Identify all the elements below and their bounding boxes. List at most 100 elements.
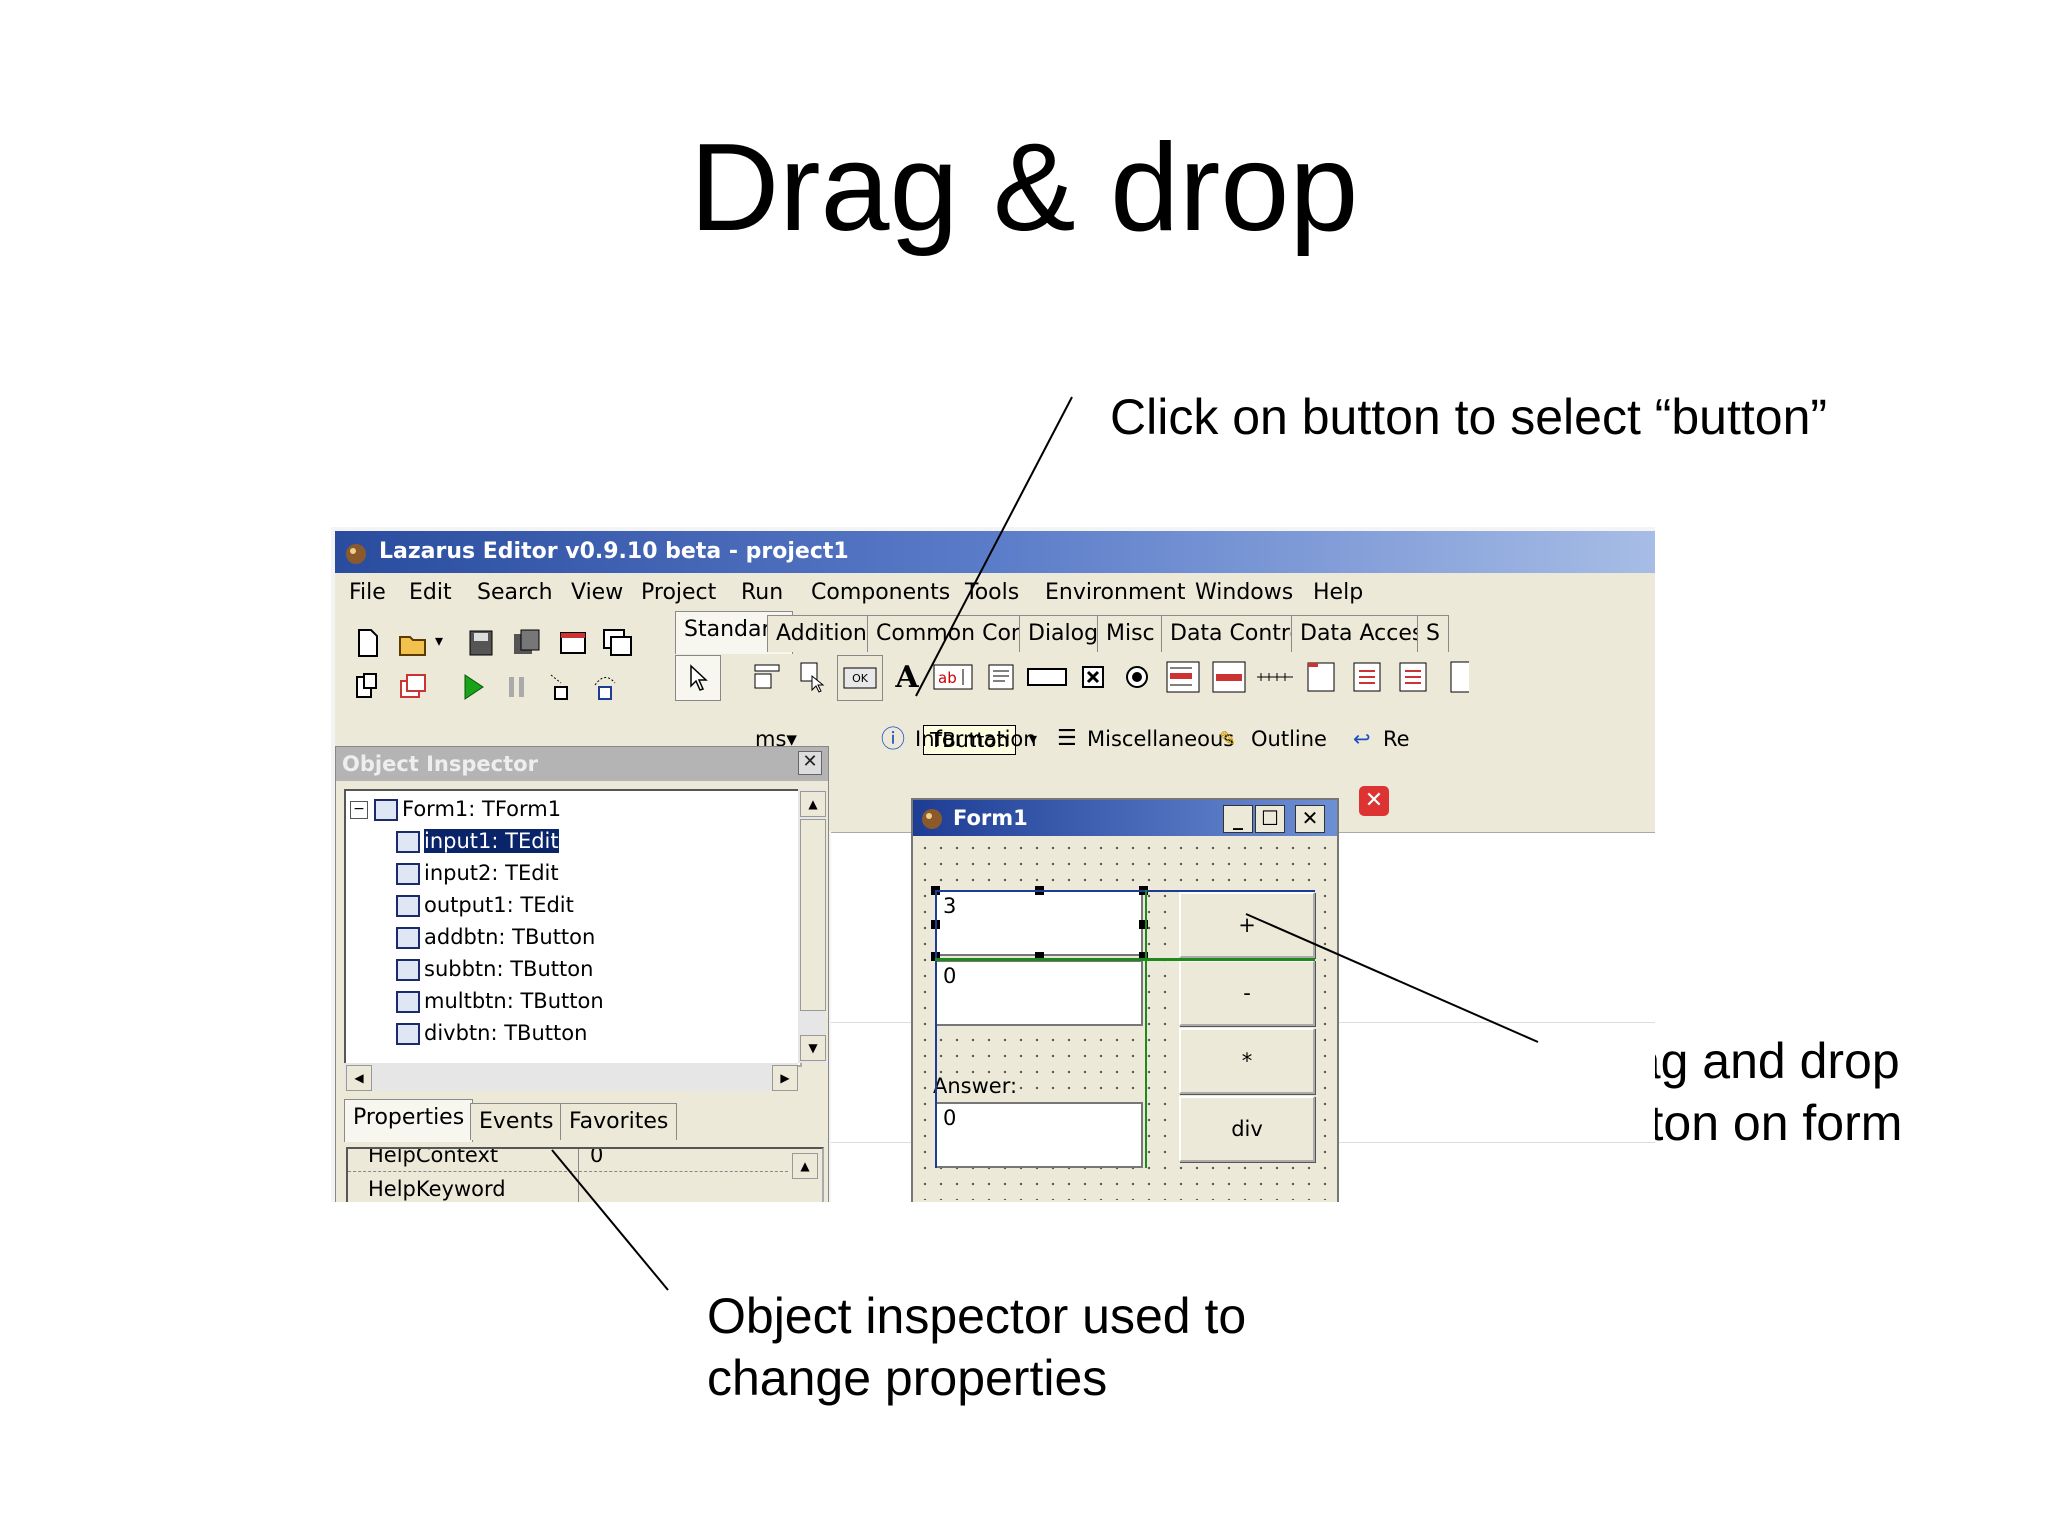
- object-inspector: Object Inspector ✕ − Form1: TForm1 input1…: [335, 746, 829, 1202]
- maximize-icon[interactable]: ☐: [1255, 805, 1285, 833]
- checkgroup-component-icon[interactable]: [1391, 655, 1435, 699]
- prop-name[interactable]: HelpKeyword: [368, 1177, 506, 1201]
- scroll-thumb[interactable]: [800, 819, 826, 1011]
- input1-edit[interactable]: 3: [935, 890, 1143, 956]
- multiply-button[interactable]: *: [1179, 1028, 1315, 1094]
- ide-title-bar: Lazarus Editor v0.9.10 beta - project1: [335, 531, 1655, 573]
- open-dropdown-arrow-icon[interactable]: ▾: [435, 631, 443, 650]
- re-menu[interactable]: Re: [1383, 719, 1410, 759]
- close-icon[interactable]: ✕: [798, 751, 822, 775]
- groupbox-component-icon[interactable]: [1299, 655, 1343, 699]
- scroll-right-icon[interactable]: ▶: [772, 1065, 798, 1091]
- menu-file[interactable]: File: [349, 573, 386, 613]
- edit-component-icon[interactable]: ab: [931, 655, 975, 699]
- listbox-component-icon[interactable]: [1161, 655, 1205, 699]
- new-form-icon[interactable]: [557, 627, 589, 659]
- property-grid: HelpContext 0 HelpKeyword ▲: [346, 1147, 824, 1202]
- tree-item-output1[interactable]: output1: TEdit: [396, 889, 574, 921]
- outline-menu[interactable]: Outline: [1251, 719, 1327, 759]
- information-menu[interactable]: Information: [915, 719, 1037, 759]
- alignment-guide: [935, 890, 1315, 892]
- menu-run[interactable]: Run: [741, 573, 783, 613]
- tree-vertical-scrollbar[interactable]: ▲ ▼: [798, 789, 826, 1063]
- lazarus-screenshot: Lazarus Editor v0.9.10 beta - project1 F…: [331, 527, 1655, 1202]
- view-units-icon[interactable]: [351, 671, 383, 703]
- miscellaneous-menu[interactable]: Miscellaneous: [1087, 719, 1234, 759]
- tab-properties[interactable]: Properties: [344, 1099, 474, 1142]
- collapse-icon[interactable]: −: [350, 801, 368, 819]
- tree-item-input2[interactable]: input2: TEdit: [396, 857, 559, 889]
- information-dropdown-icon[interactable]: ▾: [1029, 719, 1037, 759]
- input2-edit[interactable]: 0: [935, 960, 1143, 1026]
- menu-components[interactable]: Components: [811, 573, 950, 613]
- tab-misc[interactable]: Misc: [1097, 615, 1164, 652]
- menu-edit[interactable]: Edit: [409, 573, 452, 613]
- combobox-component-icon[interactable]: [1207, 655, 1251, 699]
- selection-pointer-icon[interactable]: [675, 655, 721, 701]
- tree-item-subbtn[interactable]: subbtn: TButton: [396, 953, 593, 985]
- output-edit[interactable]: 0: [935, 1102, 1143, 1168]
- misc-list-icon: ☰: [1057, 726, 1077, 751]
- open-folder-icon[interactable]: [397, 627, 429, 659]
- menu-bar: File Edit Search View Project Run Compon…: [335, 573, 1655, 613]
- subtract-button[interactable]: -: [1179, 960, 1315, 1026]
- divide-button[interactable]: div: [1179, 1096, 1315, 1162]
- memo-component-icon[interactable]: [979, 655, 1023, 699]
- new-file-icon[interactable]: [351, 627, 383, 659]
- tbutton-component-icon[interactable]: OK: [837, 655, 883, 701]
- speed-buttons: ▾: [345, 625, 675, 715]
- object-inspector-title-bar: Object Inspector ✕: [336, 747, 828, 781]
- radio-button-component-icon[interactable]: [1115, 655, 1159, 699]
- scroll-left-icon[interactable]: ◀: [346, 1065, 372, 1091]
- menu-view[interactable]: View: [571, 573, 623, 613]
- menu-project[interactable]: Project: [641, 573, 716, 613]
- menu-tools[interactable]: Tools: [965, 573, 1019, 613]
- close-icon[interactable]: ✕: [1295, 805, 1325, 833]
- answer-label: Answer:: [933, 1074, 1018, 1098]
- tab-more[interactable]: S: [1417, 615, 1449, 652]
- form1-designer-window: Form1 _ ☐ ✕ 3 0 Answer: 0 + - * div: [911, 798, 1339, 1202]
- run-icon[interactable]: [457, 671, 489, 703]
- toggle-box-component-icon[interactable]: [1025, 655, 1069, 699]
- step-over-icon[interactable]: [589, 671, 621, 703]
- alignment-guide: [1145, 890, 1147, 1168]
- label-component-icon[interactable]: A: [885, 655, 929, 699]
- popup-menu-component-icon[interactable]: [791, 655, 835, 699]
- tree-item-multbtn[interactable]: multbtn: TButton: [396, 985, 604, 1017]
- menu-environment[interactable]: Environment: [1045, 573, 1185, 613]
- prop-name[interactable]: HelpContext: [368, 1149, 498, 1167]
- tree-item-addbtn[interactable]: addbtn: TButton: [396, 921, 595, 953]
- scroll-down-icon[interactable]: ▼: [800, 1035, 826, 1061]
- tree-item-form1[interactable]: − Form1: TForm1: [350, 793, 561, 825]
- checkbox-component-icon[interactable]: [1071, 655, 1115, 699]
- add-button[interactable]: +: [1179, 892, 1315, 958]
- main-menu-component-icon[interactable]: [745, 655, 789, 699]
- form1-title: Form1: [953, 806, 1028, 830]
- minimize-icon[interactable]: _: [1223, 805, 1253, 833]
- component-node-icon: [396, 863, 420, 885]
- radio-group-component-icon[interactable]: [1345, 655, 1389, 699]
- tab-favorites[interactable]: Favorites: [560, 1103, 678, 1140]
- view-forms-icon[interactable]: [397, 671, 429, 703]
- menu-help[interactable]: Help: [1313, 573, 1363, 613]
- scroll-up-icon[interactable]: ▲: [800, 791, 826, 817]
- save-icon[interactable]: [465, 627, 497, 659]
- menu-windows[interactable]: Windows: [1195, 573, 1293, 613]
- menu-search[interactable]: Search: [477, 573, 553, 613]
- ide-title: Lazarus Editor v0.9.10 beta - project1: [379, 539, 849, 564]
- object-inspector-title: Object Inspector: [342, 752, 538, 776]
- save-all-icon[interactable]: [511, 627, 543, 659]
- tab-events[interactable]: Events: [470, 1103, 563, 1140]
- scroll-up-icon[interactable]: ▲: [792, 1153, 818, 1179]
- tree-item-input1[interactable]: input1: TEdit: [396, 825, 560, 857]
- tree-horizontal-scrollbar[interactable]: ◀ ▶: [344, 1063, 798, 1091]
- editor-close-icon[interactable]: ✕: [1359, 786, 1389, 816]
- tree-item-divbtn[interactable]: divbtn: TButton: [396, 1017, 587, 1049]
- toggle-form-unit-icon[interactable]: [601, 627, 633, 659]
- scrollbar-component-icon[interactable]: [1253, 655, 1297, 699]
- pause-icon[interactable]: [501, 671, 533, 703]
- prop-value[interactable]: 0: [590, 1149, 603, 1167]
- step-into-icon[interactable]: [545, 671, 577, 703]
- form1-canvas[interactable]: 3 0 Answer: 0 + - * div: [917, 840, 1333, 1200]
- panel-component-icon[interactable]: [1437, 655, 1481, 699]
